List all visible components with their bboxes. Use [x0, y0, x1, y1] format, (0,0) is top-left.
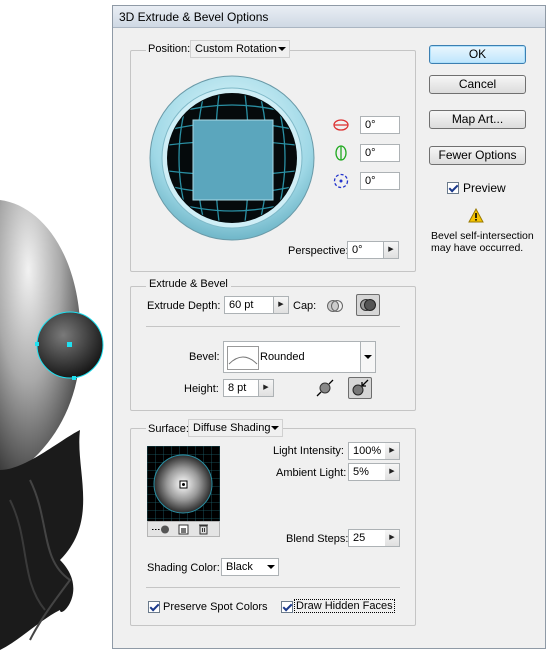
chevron-down-icon [271, 426, 279, 430]
light-intensity-value: 100% [353, 445, 382, 457]
surface-label: Surface: [146, 423, 191, 435]
bevel-height-field[interactable]: 8 pt [223, 379, 259, 397]
bevel-extent-out-icon [316, 379, 334, 397]
extruded-object-preview [192, 119, 274, 201]
map-art-button[interactable]: Map Art... [429, 110, 526, 129]
character-head-shape[interactable] [0, 200, 84, 650]
lighting-controls-bar [147, 521, 220, 537]
x-axis-rotation-icon [333, 119, 349, 131]
bevel-extent-in-button[interactable] [348, 377, 372, 399]
cap-off-button[interactable] [323, 295, 347, 317]
ok-button[interactable]: OK [429, 45, 526, 64]
y-axis-rotation-value: 0° [365, 147, 376, 159]
perspective-field[interactable]: 0° [347, 241, 384, 259]
bevel-label: Bevel: [189, 351, 220, 363]
warning-line-1: Bevel self-intersection [431, 230, 534, 242]
x-axis-rotation-value: 0° [365, 119, 376, 131]
extrude-depth-slider-button[interactable]: ▶ [274, 296, 289, 314]
bevel-dropdown[interactable]: Rounded [223, 341, 361, 373]
shading-color-value: Black [226, 561, 253, 573]
blend-steps-value: 25 [353, 532, 366, 544]
cancel-button[interactable]: Cancel [429, 75, 526, 94]
cap-label: Cap: [293, 300, 317, 312]
bevel-value: Rounded [260, 351, 305, 363]
light-intensity-field[interactable]: 100% [348, 442, 386, 460]
surface-value: Diffuse Shading [193, 422, 271, 434]
chevron-down-icon [364, 355, 372, 359]
preserve-spot-colors-checkbox[interactable] [148, 601, 160, 613]
chevron-down-icon [278, 47, 286, 51]
ambient-light-field[interactable]: 5% [348, 463, 386, 481]
position-label: Position: [146, 43, 193, 55]
blend-steps-label: Blend Steps: [286, 533, 349, 545]
cap-on-icon [360, 299, 376, 311]
extrude-bevel-dialog: 3D Extrude & Bevel Options Position: Cus… [112, 5, 546, 649]
preview-checkbox[interactable] [447, 182, 459, 194]
light-intensity-label: Light Intensity: [273, 445, 344, 457]
ambient-light-label: Ambient Light: [276, 467, 347, 479]
light-intensity-slider-button[interactable]: ▶ [385, 442, 400, 460]
draw-hidden-faces-label: Draw Hidden Faces [294, 599, 395, 613]
extrude-bevel-group-title: Extrude & Bevel [146, 278, 231, 290]
surface-separator [146, 587, 400, 588]
z-axis-rotation-value: 0° [365, 175, 376, 187]
bevel-height-slider-button[interactable]: ▶ [259, 379, 274, 397]
blend-steps-slider-button[interactable]: ▶ [385, 529, 400, 547]
extrude-depth-label: Extrude Depth: [147, 300, 221, 312]
surface-dropdown[interactable]: Diffuse Shading [188, 419, 283, 437]
fewer-options-button[interactable]: Fewer Options [429, 146, 526, 165]
shading-color-dropdown[interactable]: Black [221, 558, 279, 576]
perspective-value: 0° [352, 244, 363, 256]
move-light-to-back-icon[interactable] [151, 524, 173, 535]
perspective-label: Perspective: [288, 245, 349, 257]
z-axis-rotation-field[interactable]: 0° [360, 172, 400, 190]
bevel-extent-in-icon [352, 379, 369, 396]
extrude-depth-field[interactable]: 60 pt [224, 296, 274, 314]
bevel-extent-out-button[interactable] [313, 377, 337, 399]
cap-on-button[interactable] [356, 294, 380, 316]
rotation-trackball[interactable] [149, 75, 315, 241]
y-axis-rotation-field[interactable]: 0° [360, 144, 400, 162]
draw-hidden-faces-checkbox[interactable] [281, 601, 293, 613]
extrude-depth-value: 60 pt [229, 299, 254, 311]
preserve-spot-colors-label: Preserve Spot Colors [163, 601, 268, 613]
z-axis-rotation-icon [333, 173, 349, 189]
shading-color-label: Shading Color: [147, 562, 220, 574]
position-dropdown[interactable]: Custom Rotation [190, 40, 290, 58]
bevel-height-value: 8 pt [228, 382, 247, 394]
cap-off-icon [327, 300, 343, 312]
delete-light-icon[interactable] [198, 523, 209, 535]
y-axis-rotation-icon [335, 145, 347, 161]
blend-steps-field[interactable]: 25 [348, 529, 386, 547]
height-label: Height: [184, 383, 219, 395]
new-light-icon[interactable] [178, 524, 189, 535]
lighting-sphere-preview[interactable] [147, 446, 220, 521]
warning-line-2: may have occurred. [431, 242, 524, 254]
chevron-down-icon [267, 565, 275, 569]
extrude-separator [146, 326, 400, 327]
dialog-title: 3D Extrude & Bevel Options [113, 6, 545, 28]
bevel-profile-icon [227, 346, 259, 370]
ambient-light-slider-button[interactable]: ▶ [385, 463, 400, 481]
preview-label: Preview [463, 181, 506, 195]
x-axis-rotation-field[interactable]: 0° [360, 116, 400, 134]
ambient-light-value: 5% [353, 466, 369, 478]
perspective-slider-button[interactable]: ▶ [384, 241, 399, 259]
bevel-dropdown-arrow[interactable] [361, 341, 376, 373]
position-value: Custom Rotation [195, 43, 277, 55]
warning-icon [468, 208, 484, 223]
